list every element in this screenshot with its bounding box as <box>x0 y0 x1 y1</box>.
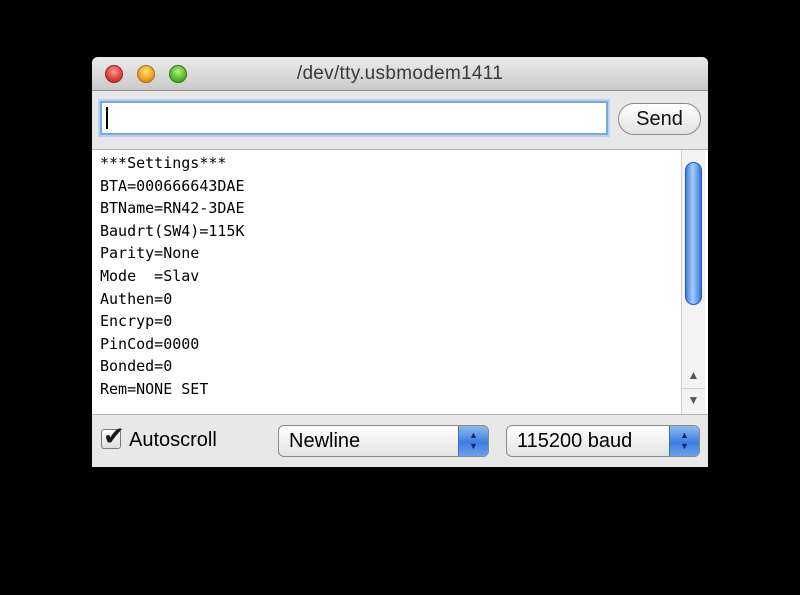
vertical-scrollbar[interactable]: ▲ ▼ <box>681 150 705 414</box>
title-bar[interactable]: /dev/tty.usbmodem1411 <box>92 57 708 91</box>
arrow-up-icon[interactable]: ▲ <box>682 364 705 386</box>
serial-output-area[interactable]: ***Settings*** BTA=000666643DAE BTName=R… <box>92 149 708 415</box>
checkmark-icon: ✔ <box>103 421 125 451</box>
output-lines: ***Settings*** BTA=000666643DAE BTName=R… <box>100 152 245 401</box>
arrow-down-icon[interactable]: ▼ <box>682 388 705 411</box>
baud-rate-select[interactable]: 115200 baud ▲ ▼ <box>506 425 700 457</box>
text-caret <box>106 107 108 129</box>
output-line: Rem=NONE SET <box>100 379 209 398</box>
output-line: BTA=000666643DAE <box>100 176 245 195</box>
send-button[interactable]: Send <box>618 103 701 135</box>
autoscroll-checkbox[interactable]: ✔ <box>101 421 125 451</box>
output-line: BTName=RN42-3DAE <box>100 199 245 218</box>
output-line: Mode =Slav <box>100 266 200 285</box>
output-line: Bonded=0 <box>100 357 173 376</box>
line-ending-value: Newline <box>289 430 361 452</box>
autoscroll-label[interactable]: Autoscroll <box>129 429 217 452</box>
output-line: Authen=0 <box>100 289 173 308</box>
bottom-bar: ✔ Autoscroll Newline ▲ ▼ 115200 baud ▲ ▼ <box>92 415 708 467</box>
baud-rate-value: 115200 baud <box>517 430 633 452</box>
output-line: Encryp=0 <box>100 312 173 331</box>
send-toolbar: Send <box>92 91 708 147</box>
output-line: Baudrt(SW4)=115K <box>100 221 245 240</box>
scroll-thumb[interactable] <box>685 162 702 305</box>
select-arrows-icon: ▲ ▼ <box>458 426 488 456</box>
select-arrows-icon: ▲ ▼ <box>669 426 699 456</box>
output-line: ***Settings*** <box>100 154 227 172</box>
window-title: /dev/tty.usbmodem1411 <box>296 63 504 84</box>
serial-monitor-window: /dev/tty.usbmodem1411 Send ***Settings**… <box>92 57 708 467</box>
send-input[interactable] <box>100 101 608 135</box>
output-line: Parity=None <box>100 244 200 263</box>
line-ending-select[interactable]: Newline ▲ ▼ <box>278 425 489 457</box>
output-line: PinCod=0000 <box>100 334 200 353</box>
